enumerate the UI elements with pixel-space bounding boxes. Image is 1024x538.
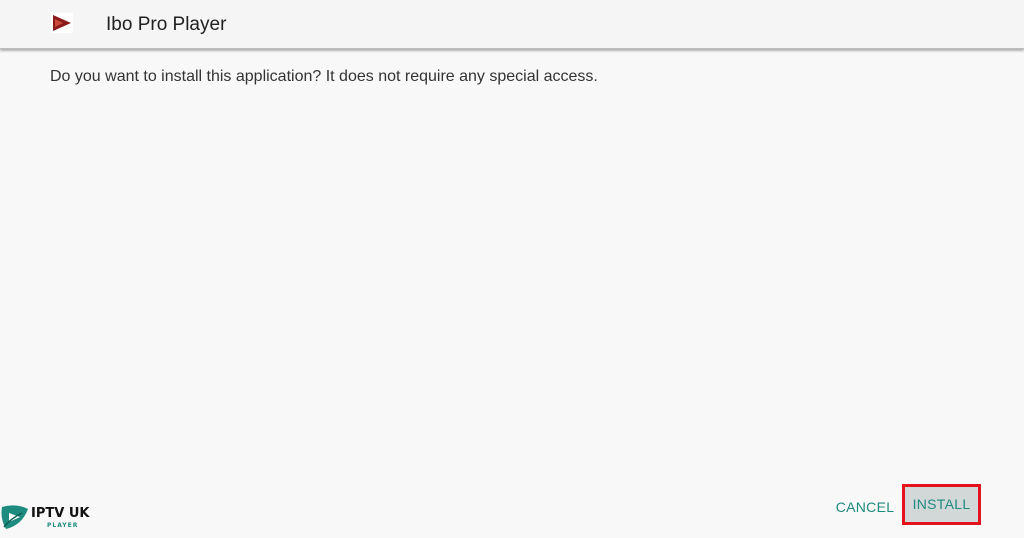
app-header: Ibo Pro Player: [0, 0, 1024, 49]
watermark-text: IPTV UK: [31, 506, 90, 521]
cancel-button[interactable]: CANCEL: [830, 492, 900, 522]
install-button-highlight: INSTALL: [902, 484, 981, 525]
install-button[interactable]: INSTALL: [905, 487, 978, 522]
play-leaf-logo-icon: [0, 503, 30, 531]
watermark-subtext: PLAYER: [47, 522, 79, 529]
install-prompt-message: Do you want to install this application?…: [50, 68, 598, 85]
iptv-uk-watermark: IPTV UK PLAYER: [0, 502, 110, 534]
ibo-pro-player-app-icon: [51, 13, 73, 33]
app-title: Ibo Pro Player: [106, 14, 227, 35]
